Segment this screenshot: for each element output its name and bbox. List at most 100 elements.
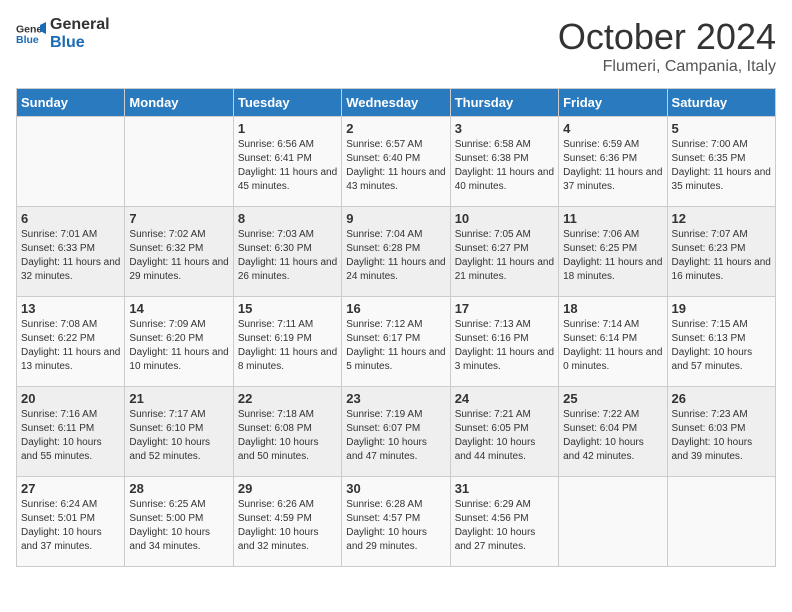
day-number: 27 bbox=[21, 481, 120, 496]
day-number: 21 bbox=[129, 391, 228, 406]
location-title: Flumeri, Campania, Italy bbox=[558, 58, 776, 76]
day-info: Sunrise: 7:04 AMSunset: 6:28 PMDaylight:… bbox=[346, 228, 445, 284]
calendar-cell: 15 Sunrise: 7:11 AMSunset: 6:19 PMDayligh… bbox=[233, 297, 341, 387]
calendar-cell bbox=[559, 477, 667, 567]
calendar-cell: 8Sunrise: 7:03 AMSunset: 6:30 PMDaylight… bbox=[233, 207, 341, 297]
day-info: Sunrise: 6:29 AMSunset: 4:56 PMDaylight:… bbox=[455, 498, 554, 554]
day-number: 13 bbox=[21, 301, 120, 316]
day-info: Sunrise: 7:22 AMSunset: 6:04 PMDaylight:… bbox=[563, 408, 662, 464]
day-number: 23 bbox=[346, 391, 445, 406]
day-number: 26 bbox=[672, 391, 771, 406]
day-number: 8 bbox=[238, 211, 337, 226]
day-number: 4 bbox=[563, 121, 662, 136]
day-number: 11 bbox=[563, 211, 662, 226]
calendar-cell: 1 Sunrise: 6:56 AMSunset: 6:41 PMDaylight… bbox=[233, 117, 341, 207]
calendar-cell: 24 Sunrise: 7:21 AMSunset: 6:05 PMDayligh… bbox=[450, 387, 558, 477]
calendar-cell: 25 Sunrise: 7:22 AMSunset: 6:04 PMDayligh… bbox=[559, 387, 667, 477]
calendar-cell: 30Sunrise: 6:28 AMSunset: 4:57 PMDayligh… bbox=[342, 477, 450, 567]
day-number: 19 bbox=[672, 301, 771, 316]
calendar-week-3: 13 Sunrise: 7:08 AMSunset: 6:22 PMDayligh… bbox=[17, 297, 776, 387]
page-header: General Blue General Blue October 2024 F… bbox=[16, 16, 776, 76]
logo-line1: General bbox=[50, 16, 110, 34]
day-info: Sunrise: 6:26 AMSunset: 4:59 PMDaylight:… bbox=[238, 498, 337, 554]
calendar-cell: 9Sunrise: 7:04 AMSunset: 6:28 PMDaylight… bbox=[342, 207, 450, 297]
calendar-cell: 3 Sunrise: 6:58 AMSunset: 6:38 PMDaylight… bbox=[450, 117, 558, 207]
day-info: Sunrise: 7:13 AMSunset: 6:16 PMDaylight:… bbox=[455, 318, 554, 374]
day-info: Sunrise: 7:09 AMSunset: 6:20 PMDaylight:… bbox=[129, 318, 228, 374]
logo: General Blue General Blue bbox=[16, 16, 110, 52]
day-number: 22 bbox=[238, 391, 337, 406]
day-number: 31 bbox=[455, 481, 554, 496]
column-header-thursday: Thursday bbox=[450, 89, 558, 117]
calendar-week-5: 27Sunrise: 6:24 AMSunset: 5:01 PMDayligh… bbox=[17, 477, 776, 567]
day-info: Sunrise: 7:21 AMSunset: 6:05 PMDaylight:… bbox=[455, 408, 554, 464]
calendar-table: SundayMondayTuesdayWednesdayThursdayFrid… bbox=[16, 88, 776, 567]
calendar-cell bbox=[667, 477, 775, 567]
calendar-cell: 6 Sunrise: 7:01 AMSunset: 6:33 PMDaylight… bbox=[17, 207, 125, 297]
day-info: Sunrise: 7:02 AMSunset: 6:32 PMDaylight:… bbox=[129, 228, 228, 284]
calendar-cell: 29 Sunrise: 6:26 AMSunset: 4:59 PMDayligh… bbox=[233, 477, 341, 567]
day-info: Sunrise: 6:58 AMSunset: 6:38 PMDaylight:… bbox=[455, 138, 554, 194]
day-number: 2 bbox=[346, 121, 445, 136]
day-number: 28 bbox=[129, 481, 228, 496]
day-number: 24 bbox=[455, 391, 554, 406]
calendar-header-row: SundayMondayTuesdayWednesdayThursdayFrid… bbox=[17, 89, 776, 117]
calendar-cell: 16Sunrise: 7:12 AMSunset: 6:17 PMDayligh… bbox=[342, 297, 450, 387]
column-header-sunday: Sunday bbox=[17, 89, 125, 117]
day-info: Sunrise: 6:59 AMSunset: 6:36 PMDaylight:… bbox=[563, 138, 662, 194]
calendar-week-2: 6 Sunrise: 7:01 AMSunset: 6:33 PMDaylight… bbox=[17, 207, 776, 297]
calendar-cell: 13 Sunrise: 7:08 AMSunset: 6:22 PMDayligh… bbox=[17, 297, 125, 387]
day-info: Sunrise: 7:16 AMSunset: 6:11 PMDaylight:… bbox=[21, 408, 120, 464]
day-number: 15 bbox=[238, 301, 337, 316]
calendar-cell: 11 Sunrise: 7:06 AMSunset: 6:25 PMDayligh… bbox=[559, 207, 667, 297]
day-number: 25 bbox=[563, 391, 662, 406]
calendar-cell: 31 Sunrise: 6:29 AMSunset: 4:56 PMDayligh… bbox=[450, 477, 558, 567]
day-number: 6 bbox=[21, 211, 120, 226]
day-info: Sunrise: 7:17 AMSunset: 6:10 PMDaylight:… bbox=[129, 408, 228, 464]
day-number: 29 bbox=[238, 481, 337, 496]
day-info: Sunrise: 7:05 AMSunset: 6:27 PMDaylight:… bbox=[455, 228, 554, 284]
calendar-cell: 27Sunrise: 6:24 AMSunset: 5:01 PMDayligh… bbox=[17, 477, 125, 567]
day-info: Sunrise: 7:14 AMSunset: 6:14 PMDaylight:… bbox=[563, 318, 662, 374]
calendar-cell: 10Sunrise: 7:05 AMSunset: 6:27 PMDayligh… bbox=[450, 207, 558, 297]
calendar-cell: 14 Sunrise: 7:09 AMSunset: 6:20 PMDayligh… bbox=[125, 297, 233, 387]
calendar-cell: 18 Sunrise: 7:14 AMSunset: 6:14 PMDayligh… bbox=[559, 297, 667, 387]
calendar-cell bbox=[17, 117, 125, 207]
day-number: 1 bbox=[238, 121, 337, 136]
column-header-monday: Monday bbox=[125, 89, 233, 117]
month-title: October 2024 bbox=[558, 16, 776, 58]
day-info: Sunrise: 7:08 AMSunset: 6:22 PMDaylight:… bbox=[21, 318, 120, 374]
calendar-cell: 23 Sunrise: 7:19 AMSunset: 6:07 PMDayligh… bbox=[342, 387, 450, 477]
calendar-cell: 2 Sunrise: 6:57 AMSunset: 6:40 PMDaylight… bbox=[342, 117, 450, 207]
calendar-cell: 4 Sunrise: 6:59 AMSunset: 6:36 PMDaylight… bbox=[559, 117, 667, 207]
day-number: 20 bbox=[21, 391, 120, 406]
day-number: 7 bbox=[129, 211, 228, 226]
calendar-cell: 28Sunrise: 6:25 AMSunset: 5:00 PMDayligh… bbox=[125, 477, 233, 567]
day-number: 3 bbox=[455, 121, 554, 136]
calendar-cell: 21 Sunrise: 7:17 AMSunset: 6:10 PMDayligh… bbox=[125, 387, 233, 477]
calendar-week-1: 1 Sunrise: 6:56 AMSunset: 6:41 PMDaylight… bbox=[17, 117, 776, 207]
day-info: Sunrise: 7:01 AMSunset: 6:33 PMDaylight:… bbox=[21, 228, 120, 284]
calendar-body: 1 Sunrise: 6:56 AMSunset: 6:41 PMDaylight… bbox=[17, 117, 776, 567]
logo-line2: Blue bbox=[50, 34, 110, 52]
calendar-cell: 7 Sunrise: 7:02 AMSunset: 6:32 PMDaylight… bbox=[125, 207, 233, 297]
calendar-cell: 22Sunrise: 7:18 AMSunset: 6:08 PMDayligh… bbox=[233, 387, 341, 477]
day-number: 16 bbox=[346, 301, 445, 316]
day-number: 14 bbox=[129, 301, 228, 316]
calendar-cell: 19Sunrise: 7:15 AMSunset: 6:13 PMDayligh… bbox=[667, 297, 775, 387]
day-number: 5 bbox=[672, 121, 771, 136]
day-info: Sunrise: 7:06 AMSunset: 6:25 PMDaylight:… bbox=[563, 228, 662, 284]
title-block: October 2024 Flumeri, Campania, Italy bbox=[558, 16, 776, 76]
day-info: Sunrise: 6:56 AMSunset: 6:41 PMDaylight:… bbox=[238, 138, 337, 194]
day-number: 17 bbox=[455, 301, 554, 316]
svg-text:Blue: Blue bbox=[16, 34, 39, 46]
day-number: 18 bbox=[563, 301, 662, 316]
calendar-cell: 17 Sunrise: 7:13 AMSunset: 6:16 PMDayligh… bbox=[450, 297, 558, 387]
day-number: 12 bbox=[672, 211, 771, 226]
column-header-wednesday: Wednesday bbox=[342, 89, 450, 117]
day-info: Sunrise: 6:28 AMSunset: 4:57 PMDaylight:… bbox=[346, 498, 445, 554]
day-info: Sunrise: 6:57 AMSunset: 6:40 PMDaylight:… bbox=[346, 138, 445, 194]
day-info: Sunrise: 7:19 AMSunset: 6:07 PMDaylight:… bbox=[346, 408, 445, 464]
calendar-cell: 26Sunrise: 7:23 AMSunset: 6:03 PMDayligh… bbox=[667, 387, 775, 477]
day-info: Sunrise: 7:11 AMSunset: 6:19 PMDaylight:… bbox=[238, 318, 337, 374]
